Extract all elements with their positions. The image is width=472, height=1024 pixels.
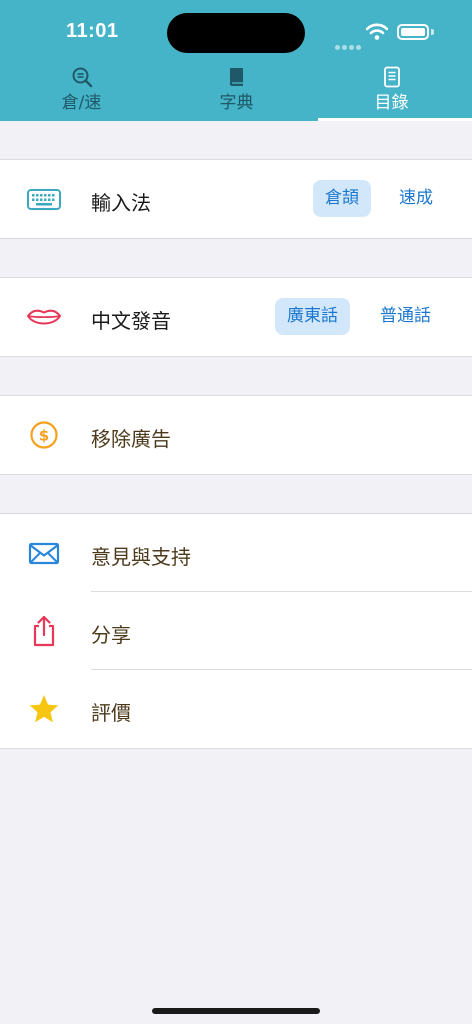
rate-label: 評價: [91, 701, 131, 725]
tab-cangjie-sucheng[interactable]: 倉/速: [3, 64, 160, 121]
dollar-coin-icon: $: [30, 421, 58, 449]
settings-group-support: 意見與支持 分享 評價: [0, 513, 472, 749]
list-icon: [383, 66, 400, 88]
status-time: 11:01: [66, 20, 119, 42]
home-indicator: [152, 1008, 320, 1014]
magnifier-icon: [72, 67, 92, 88]
option-cantonese-button[interactable]: 廣東話: [275, 298, 350, 335]
dynamic-island: [167, 13, 305, 53]
setting-rate[interactable]: 評價: [0, 670, 472, 748]
setting-remove-ads[interactable]: $ 移除廣告: [0, 396, 472, 474]
input-method-label: 輸入法: [91, 191, 151, 215]
tab-label: 倉/速: [61, 93, 102, 113]
active-tab-indicator: [318, 118, 472, 121]
app-header: 11:01 倉/速 字典 目錄: [0, 0, 472, 121]
remove-ads-label: 移除廣告: [91, 427, 171, 451]
tab-contents[interactable]: 目錄: [313, 64, 470, 121]
option-cangjie-button[interactable]: 倉頡: [313, 180, 371, 217]
cellular-signal-icon: [335, 35, 363, 54]
tab-dictionary[interactable]: 字典: [158, 64, 315, 121]
envelope-icon: [28, 542, 60, 565]
settings-group-pronunciation: 中文發音 廣東話 普通話: [0, 277, 472, 357]
setting-pronunciation: 中文發音 廣東話 普通話: [0, 278, 472, 356]
option-mandarin-button[interactable]: 普通話: [368, 298, 443, 335]
pronunciation-label: 中文發音: [91, 309, 171, 333]
wifi-icon: [366, 23, 388, 40]
battery-icon: [397, 24, 429, 40]
setting-share[interactable]: 分享: [0, 592, 472, 670]
share-label: 分享: [91, 623, 131, 647]
setting-feedback[interactable]: 意見與支持: [0, 514, 472, 592]
feedback-label: 意見與支持: [91, 545, 191, 569]
setting-input-method: 輸入法 倉頡 速成: [0, 160, 472, 238]
tab-label: 字典: [219, 93, 254, 113]
tab-label: 目錄: [374, 93, 409, 113]
book-icon: [229, 68, 243, 86]
star-icon: [29, 695, 59, 723]
keyboard-icon: [27, 189, 61, 210]
option-sucheng-button[interactable]: 速成: [387, 180, 445, 217]
svg-text:$: $: [39, 427, 49, 445]
settings-group-ads: $ 移除廣告: [0, 395, 472, 475]
share-icon: [33, 615, 55, 647]
lips-icon: [27, 309, 61, 325]
settings-group-input-method: 輸入法 倉頡 速成: [0, 159, 472, 239]
